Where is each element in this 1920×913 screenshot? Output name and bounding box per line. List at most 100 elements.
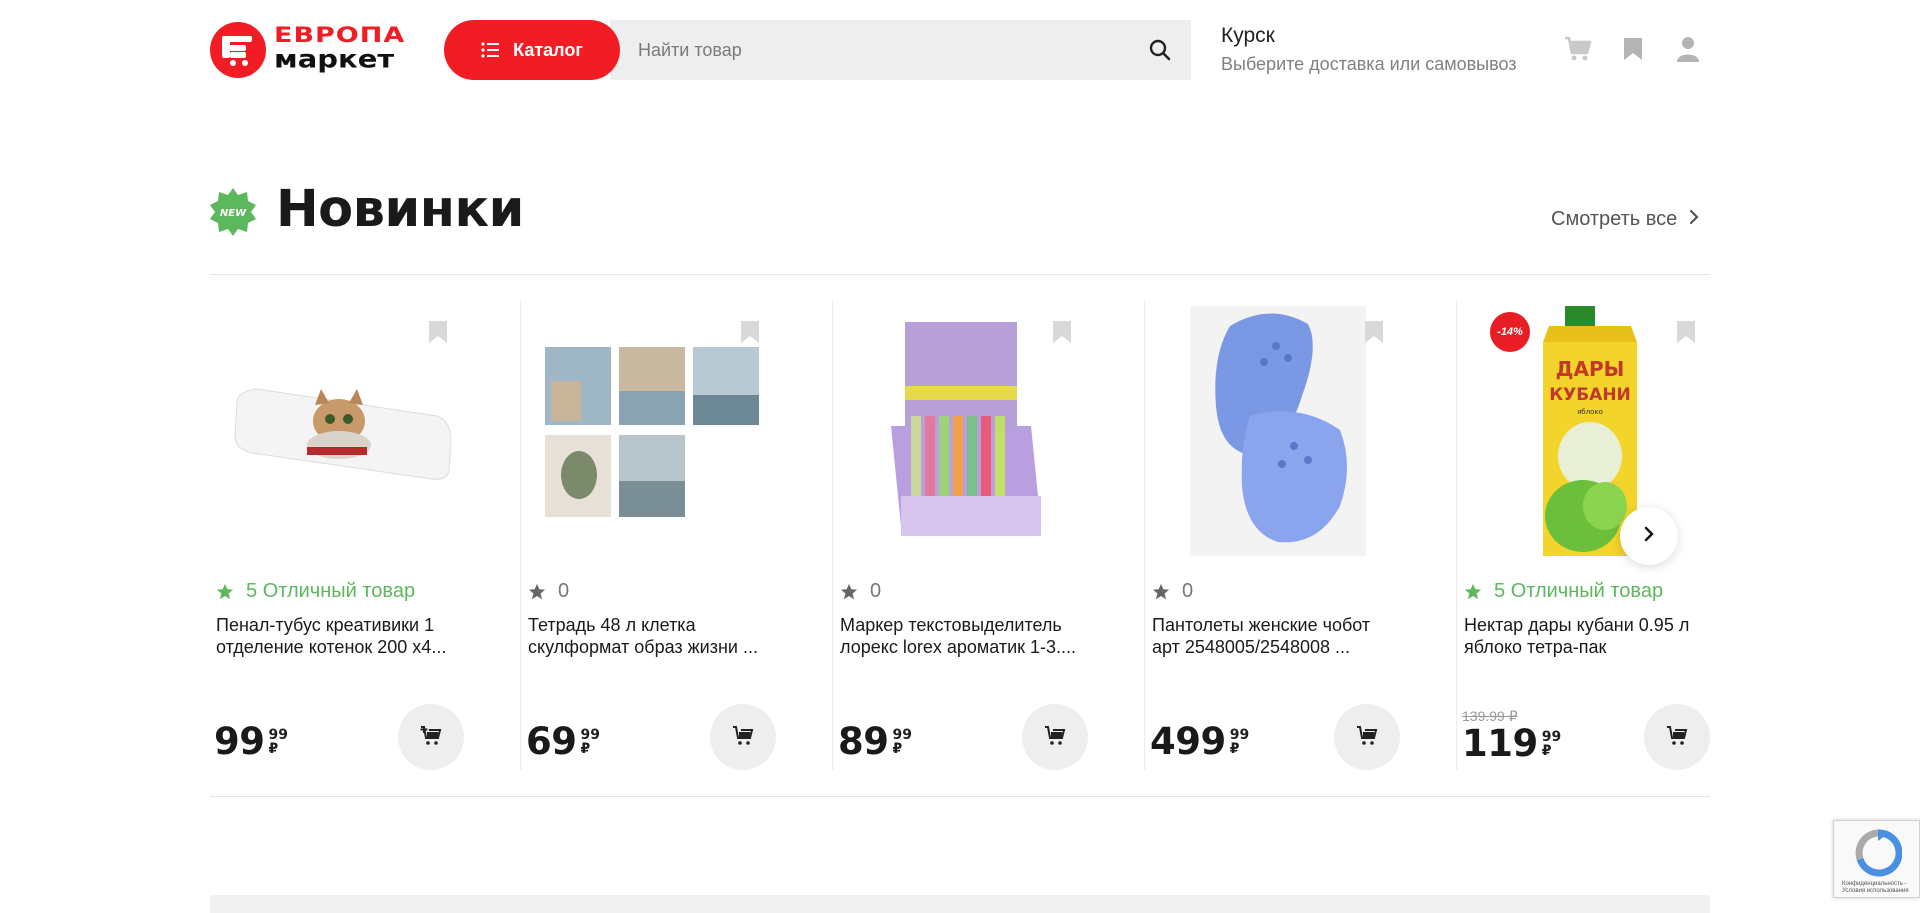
product-rating: 0 xyxy=(528,580,569,603)
bookmark-icon[interactable] xyxy=(1052,320,1072,344)
bookmark-icon[interactable] xyxy=(428,320,448,344)
cart-plus-icon xyxy=(1044,725,1066,749)
search-icon[interactable] xyxy=(1149,39,1171,66)
product-rating: 0 xyxy=(1152,580,1193,603)
menu-list-icon xyxy=(481,42,500,58)
catalog-label: Каталог xyxy=(513,39,583,60)
card-divider xyxy=(1144,300,1145,770)
recaptcha-badge[interactable]: Конфиденциальность - Условия использован… xyxy=(1833,820,1920,898)
product-card[interactable]: 0 Маркер текстовыделитель лорекс lorex а… xyxy=(834,300,1145,770)
product-image[interactable] xyxy=(846,306,1086,556)
product-card[interactable]: 5 Отличный товар Пенал-тубус креативики … xyxy=(210,300,521,770)
cart-plus-icon xyxy=(1666,725,1688,749)
add-to-cart-button[interactable] xyxy=(1644,704,1710,770)
search-input[interactable] xyxy=(638,39,1118,61)
product-card[interactable]: 0 Тетрадь 48 л клетка скулформат образ ж… xyxy=(522,300,833,770)
chevron-right-icon xyxy=(1643,525,1655,548)
price-main: 499 xyxy=(1150,720,1226,763)
section-divider xyxy=(210,796,1710,797)
rating-value: 0 xyxy=(558,580,570,602)
price-main: 69 xyxy=(526,720,577,763)
price-kopecks: 99 xyxy=(1541,729,1562,745)
recaptcha-text: Конфиденциальность - Условия использован… xyxy=(1842,881,1909,894)
star-icon xyxy=(840,583,858,601)
add-to-cart-button[interactable] xyxy=(398,704,464,770)
next-section-banner xyxy=(210,895,1710,913)
price-main: 99 xyxy=(214,720,265,763)
product-carousel: 5 Отличный товар Пенал-тубус креативики … xyxy=(210,300,1710,770)
currency: ₽ xyxy=(580,741,591,757)
search-bar xyxy=(610,20,1191,80)
product-price: 69 99 ₽ xyxy=(526,722,600,762)
catalog-button[interactable]: Каталог xyxy=(444,20,620,80)
bookmark-icon[interactable] xyxy=(1364,320,1384,344)
star-icon xyxy=(1464,583,1482,601)
site-header: ЕВРОПА маркет Каталог Курск Выберите дос… xyxy=(210,18,1710,82)
location-selector[interactable]: Курск Выберите доставка или самовывоз xyxy=(1221,24,1517,75)
price-main: 89 xyxy=(838,720,889,763)
logo[interactable]: ЕВРОПА маркет xyxy=(210,22,405,78)
add-to-cart-button[interactable] xyxy=(710,704,776,770)
logo-cart-icon xyxy=(210,22,266,78)
section-divider xyxy=(210,274,1710,275)
product-title[interactable]: Пенал-тубус креативики 1 отделение котен… xyxy=(216,614,466,658)
see-all-link[interactable]: Смотреть все xyxy=(1551,208,1699,231)
pack-brand-line-2: КУБАНИ xyxy=(1549,385,1631,405)
see-all-label: Смотреть все xyxy=(1551,208,1678,230)
product-rating: 0 xyxy=(840,580,881,603)
cart-icon[interactable] xyxy=(1563,34,1593,64)
discount-badge: -14% xyxy=(1490,312,1530,352)
rating-value: 5 xyxy=(1494,580,1506,602)
add-to-cart-button[interactable] xyxy=(1022,704,1088,770)
cart-plus-icon xyxy=(1356,725,1378,749)
product-price: 119 99 ₽ xyxy=(1462,724,1561,764)
product-title[interactable]: Тетрадь 48 л клетка скулформат образ жиз… xyxy=(528,614,778,658)
product-price: 499 99 ₽ xyxy=(1150,722,1249,762)
card-divider xyxy=(520,300,521,770)
product-card[interactable]: 0 Пантолеты женские чобот арт 2548005/25… xyxy=(1146,300,1457,770)
section-title: Новинки xyxy=(276,180,524,239)
user-icon[interactable] xyxy=(1673,34,1703,64)
card-divider xyxy=(1456,300,1457,770)
rating-value: 5 xyxy=(246,580,258,602)
new-badge-label: NEW xyxy=(220,208,247,219)
price-main: 119 xyxy=(1462,722,1538,765)
carousel-next-button[interactable] xyxy=(1620,507,1678,565)
rating-value: 0 xyxy=(870,580,882,602)
bookmark-icon[interactable] xyxy=(1676,320,1696,344)
chevron-right-icon xyxy=(1689,208,1699,231)
product-rating: 5 Отличный товар xyxy=(1464,580,1663,603)
pack-brand-line-1: ДАРЫ xyxy=(1556,357,1625,381)
product-title[interactable]: Пантолеты женские чобот арт 2548005/2548… xyxy=(1152,614,1402,658)
rating-text: Отличный товар xyxy=(262,580,416,602)
cart-plus-icon xyxy=(732,725,754,749)
product-image[interactable] xyxy=(1158,306,1398,556)
product-card[interactable]: ДАРЫ КУБАНИ яблоко -14% 5 Отличный товар… xyxy=(1458,300,1769,770)
price-kopecks: 99 xyxy=(1229,727,1250,743)
product-title[interactable]: Маркер текстовыделитель лорекс lorex аро… xyxy=(840,614,1090,658)
currency: ₽ xyxy=(1541,743,1552,759)
logo-wordmark-bottom: маркет xyxy=(274,43,395,73)
product-title[interactable]: Нектар дары кубани 0.95 л яблоко тетра-п… xyxy=(1464,614,1714,658)
product-image[interactable] xyxy=(534,306,774,556)
logo-wordmark-top: ЕВРОПА xyxy=(274,22,406,48)
delivery-hint: Выберите доставка или самовывоз xyxy=(1221,54,1517,74)
cart-plus-icon xyxy=(420,725,442,749)
currency: ₽ xyxy=(268,741,279,757)
pack-flavor: яблоко xyxy=(1577,408,1603,416)
bookmark-icon[interactable] xyxy=(1618,34,1648,64)
price-kopecks: 99 xyxy=(892,727,912,743)
rating-value: 0 xyxy=(1182,580,1194,602)
city-name: Курск xyxy=(1221,24,1275,47)
bookmark-icon[interactable] xyxy=(740,320,760,344)
product-price: 99 99 ₽ xyxy=(214,722,288,762)
product-rating: 5 Отличный товар xyxy=(216,580,415,603)
recaptcha-icon xyxy=(1854,829,1903,882)
new-badge-icon: NEW xyxy=(209,188,257,236)
product-image[interactable] xyxy=(222,306,462,556)
product-price: 89 99 ₽ xyxy=(838,722,912,762)
card-divider xyxy=(832,300,833,770)
add-to-cart-button[interactable] xyxy=(1334,704,1400,770)
star-icon xyxy=(1152,583,1170,601)
rating-text: Отличный товар xyxy=(1510,580,1664,602)
